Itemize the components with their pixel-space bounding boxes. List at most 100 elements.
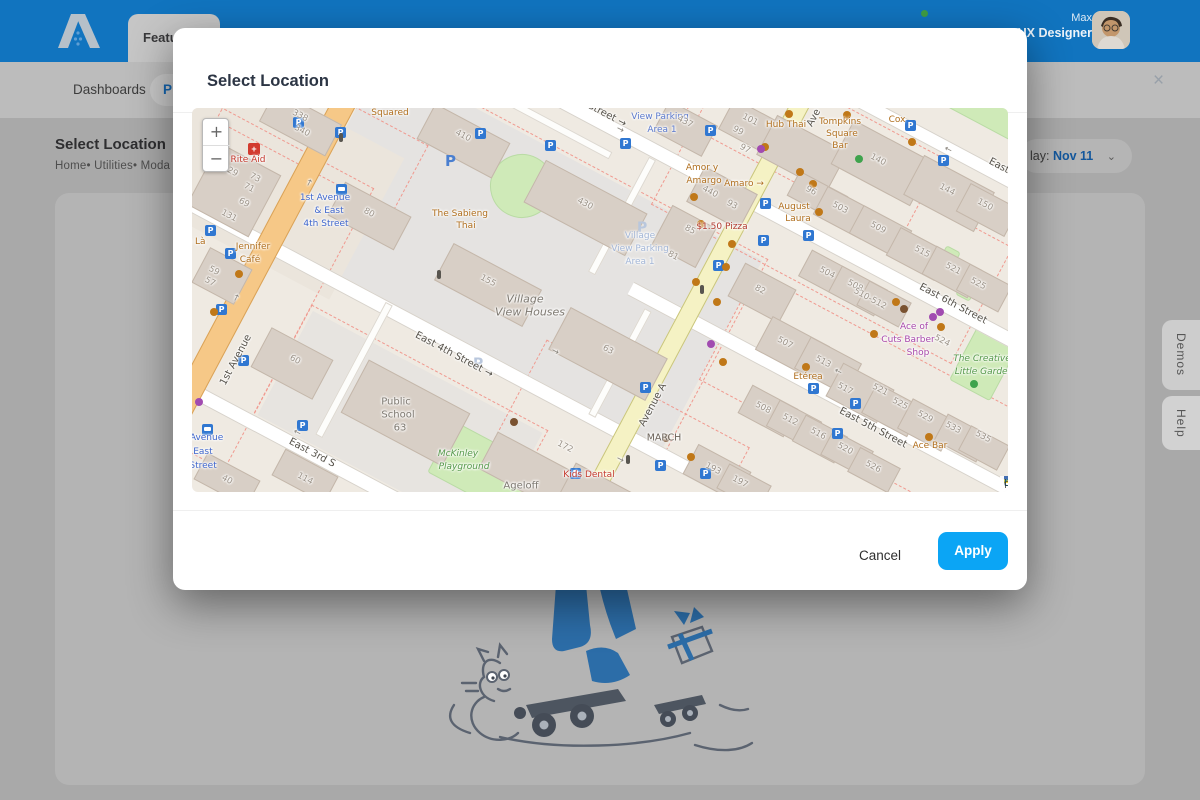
date-selector[interactable]: lay: Nov 11 ⌄: [1020, 139, 1132, 173]
bicycle-parking-icon: P: [832, 428, 843, 439]
user-info[interactable]: Max UX Designer: [1018, 11, 1092, 41]
map-label: View Houses: [495, 306, 565, 319]
map-label: Little Garden: [955, 367, 1008, 377]
map-label: The Creative: [953, 354, 1008, 364]
breadcrumb[interactable]: Home• Utilities• Moda: [55, 160, 170, 172]
map-label: Square: [826, 129, 858, 139]
food-poi-icon: [796, 168, 804, 176]
page: Max UX Designer Featu Dashboards P Selec…: [0, 0, 1200, 800]
map-label: Thai: [456, 221, 475, 231]
date-label: lay:: [1030, 149, 1049, 163]
rollerskates-illustration: [440, 585, 780, 765]
nav-item-dashboards[interactable]: Dashboards: [73, 82, 146, 97]
map-label: School: [381, 410, 414, 421]
map-label: Hub Thai: [766, 120, 806, 130]
map-label: View Parking: [611, 244, 669, 254]
leisure-poi-icon: [970, 380, 978, 388]
food-poi-icon: [937, 323, 945, 331]
bicycle-parking-icon: P: [205, 225, 216, 236]
side-tab-help[interactable]: Help: [1162, 396, 1200, 450]
apply-button[interactable]: Apply: [938, 532, 1008, 570]
map-label: st Avenue: [192, 433, 223, 443]
art-poi-icon: [510, 418, 518, 426]
bicycle-parking-icon: P: [758, 235, 769, 246]
map-label: Cuts Barber: [881, 335, 934, 345]
bicycle-parking-icon: P: [620, 138, 631, 149]
bicycle-parking-icon: P: [225, 248, 236, 259]
bicycle-parking-icon: P: [760, 198, 771, 209]
map-label: 4th Street: [303, 219, 348, 229]
map-label: $1.50 Pizza: [696, 222, 747, 232]
food-poi-icon: [802, 363, 810, 371]
select-location-modal: Select Location × + − Leaflet | © OpenSt…: [173, 28, 1027, 590]
food-poi-icon: [235, 270, 243, 278]
bicycle-parking-icon: P: [475, 128, 486, 139]
map-attribution: Leaflet | © OpenStreetMap contributors: [1000, 476, 1008, 492]
map-label: McKinley: [438, 449, 478, 459]
side-tab-demos[interactable]: Demos: [1162, 320, 1200, 390]
pharmacy-icon: +: [248, 143, 260, 155]
close-icon[interactable]: ×: [1153, 70, 1164, 92]
chevron-down-icon: ⌄: [1107, 151, 1116, 163]
map-label: & East: [192, 447, 213, 457]
map-canvas[interactable]: + − Leaflet | © OpenStreetMap contributo…: [192, 108, 1008, 492]
traffic-signal-icon: [700, 285, 704, 294]
food-poi-icon: [728, 240, 736, 248]
map-label: n Là: [192, 237, 206, 247]
attribution-tail: contributors: [1004, 476, 1008, 492]
map-label: MARCH: [647, 433, 682, 444]
bicycle-parking-icon: P: [938, 155, 949, 166]
map-zoom-control: + −: [202, 118, 229, 172]
bicycle-parking-icon: P: [803, 230, 814, 241]
map-label: Area 1: [647, 125, 676, 135]
zoom-in-button[interactable]: +: [203, 119, 230, 145]
status-dot: [921, 10, 928, 17]
map-label: rd Street: [192, 461, 217, 471]
map-label: Playground: [439, 462, 490, 472]
bicycle-parking-icon: P: [850, 398, 861, 409]
map-label: Tompkins: [819, 117, 861, 127]
map-label: Jennifer: [236, 242, 271, 252]
map-label: Ace Bar: [913, 441, 948, 451]
shop-poi-icon: [936, 308, 944, 316]
food-poi-icon: [815, 208, 823, 216]
map-label: Ace of: [900, 322, 928, 332]
cancel-button[interactable]: Cancel: [835, 536, 925, 576]
food-poi-icon: [925, 433, 933, 441]
food-poi-icon: [210, 308, 218, 316]
map-label: Etérea: [793, 372, 822, 382]
food-poi-icon: [908, 138, 916, 146]
traffic-signal-icon: [626, 455, 630, 464]
side-tab-demos-label: Demos: [1174, 333, 1188, 376]
bicycle-parking-icon: P: [655, 460, 666, 471]
map-label: Village: [625, 231, 655, 241]
user-name: Max: [1018, 11, 1092, 25]
side-tab-help-label: Help: [1174, 409, 1188, 438]
map-label: Squared: [371, 108, 408, 118]
map-label: Village: [506, 293, 543, 306]
page-title: Select Location: [55, 136, 166, 153]
map-label: Rite Aid: [230, 155, 265, 165]
map-label: The Sabieng: [432, 209, 488, 219]
shop-poi-icon: [929, 313, 937, 321]
map-label: Area 1: [625, 257, 654, 267]
map-label: Café: [240, 255, 261, 265]
map-label: & East: [314, 206, 343, 216]
bicycle-parking-icon: P: [905, 120, 916, 131]
leisure-poi-icon: [855, 155, 863, 163]
map-label: Kids Dental: [563, 470, 614, 480]
avatar[interactable]: [1092, 11, 1130, 49]
map-label: 1st Avenue: [300, 193, 350, 203]
shop-poi-icon: [707, 340, 715, 348]
map-label: Cox: [889, 115, 906, 125]
parking-lot-icon: P: [445, 152, 456, 170]
user-role: UX Designer: [1018, 25, 1092, 41]
food-poi-icon: [719, 358, 727, 366]
map-label: August: [778, 202, 810, 212]
avatar-photo: [1092, 11, 1130, 49]
zoom-out-button[interactable]: −: [203, 146, 230, 172]
map-label: Public: [381, 397, 411, 408]
map-label: Ageloff: [503, 481, 538, 492]
map-label: Shop: [907, 348, 930, 358]
app-logo-icon[interactable]: [58, 12, 102, 50]
